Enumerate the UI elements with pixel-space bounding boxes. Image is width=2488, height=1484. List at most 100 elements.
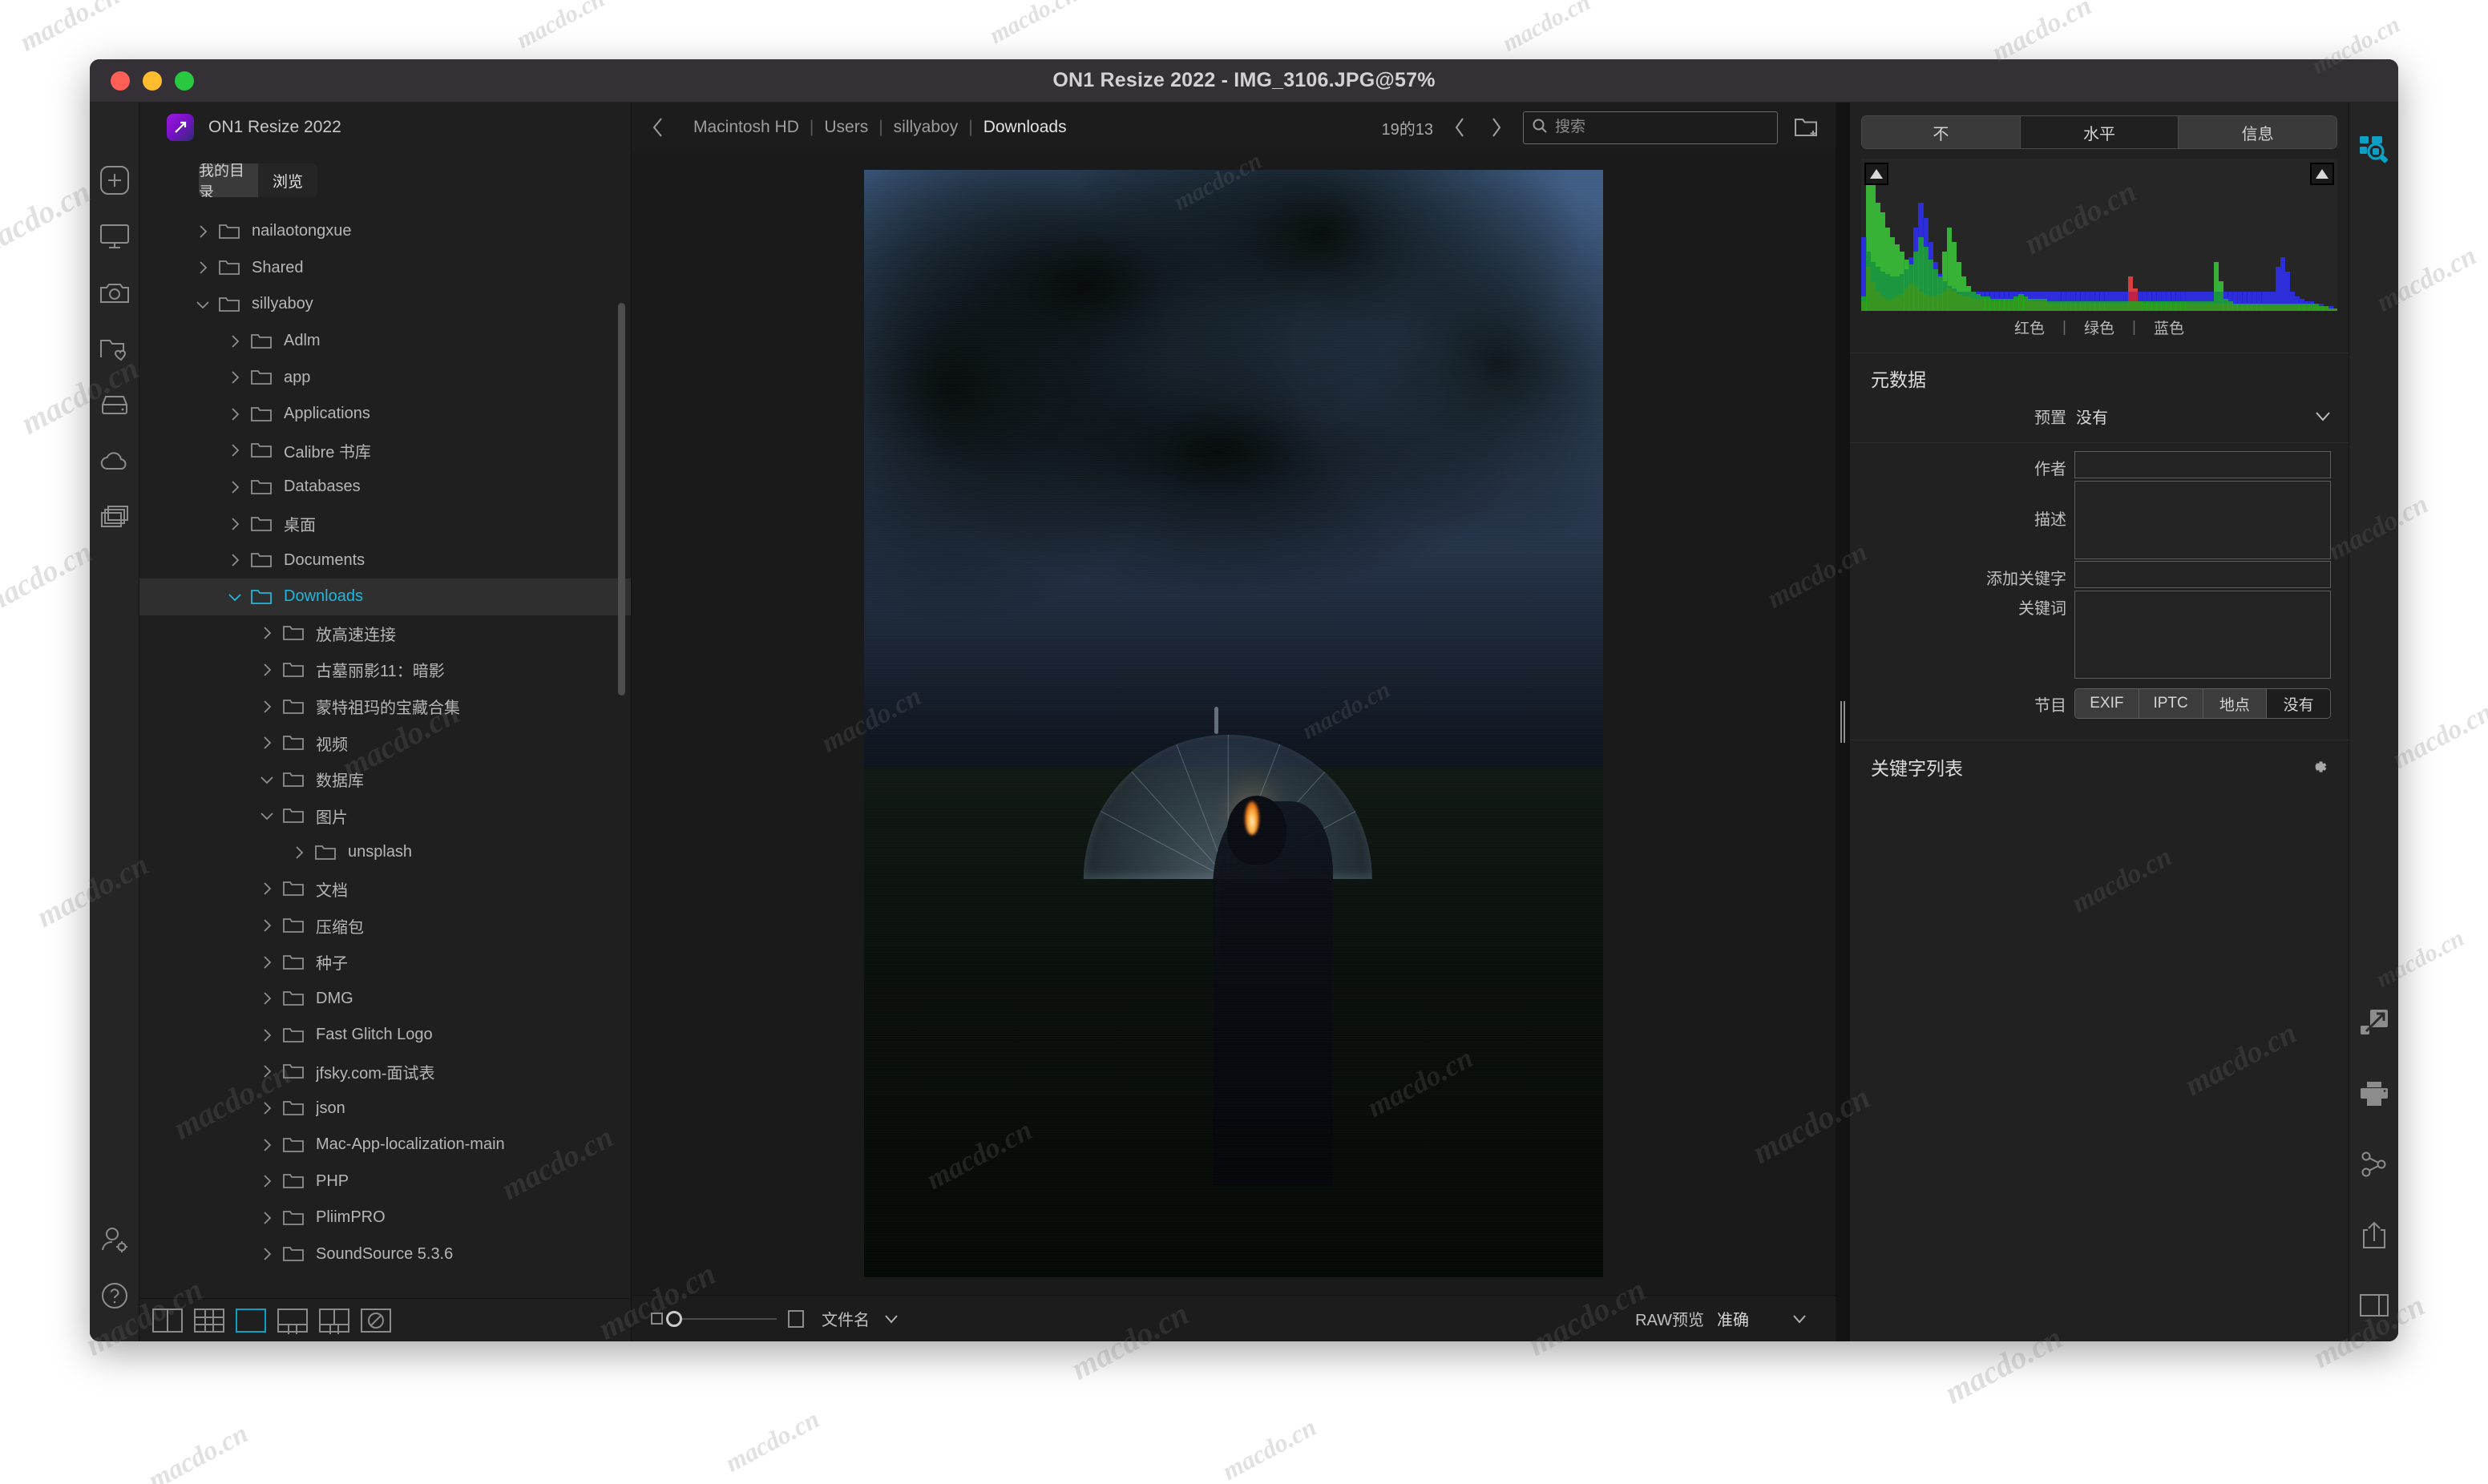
- histogram-chart[interactable]: [1861, 159, 2337, 311]
- chevron-right-icon[interactable]: [256, 1211, 277, 1225]
- chevron-down-icon[interactable]: [224, 591, 245, 603]
- chevron-right-icon[interactable]: [256, 1064, 277, 1079]
- preview-image[interactable]: [864, 170, 1603, 1277]
- tab-histogram-none[interactable]: 不: [1862, 116, 2021, 148]
- tree-item[interactable]: DMG: [139, 980, 631, 1017]
- tree-item[interactable]: 蒙特祖玛的宝藏合集: [139, 688, 631, 725]
- chevron-right-icon[interactable]: [224, 553, 245, 567]
- add-keyword-field[interactable]: [2074, 561, 2331, 588]
- tree-item[interactable]: Downloads: [139, 578, 631, 615]
- search-box[interactable]: [1523, 111, 1778, 144]
- chevron-right-icon[interactable]: [256, 736, 277, 750]
- tree-item[interactable]: Fast Glitch Logo: [139, 1017, 631, 1054]
- tree-item[interactable]: app: [139, 359, 631, 396]
- chevron-right-icon[interactable]: [256, 881, 277, 896]
- tree-item[interactable]: 图片: [139, 798, 631, 835]
- tree-item[interactable]: sillyaboy: [139, 286, 631, 323]
- breadcrumb-item[interactable]: Users: [814, 118, 878, 137]
- display-icon[interactable]: [96, 218, 133, 255]
- camera-icon[interactable]: [96, 274, 133, 311]
- chevron-right-icon[interactable]: [224, 517, 245, 531]
- breadcrumb-item[interactable]: sillyaboy: [883, 118, 969, 137]
- sort-label[interactable]: 文件名: [822, 1307, 870, 1330]
- tree-item[interactable]: Calibre 书库: [139, 433, 631, 470]
- breadcrumb-item[interactable]: Downloads: [973, 118, 1077, 137]
- browse-zoom-icon[interactable]: [2356, 131, 2393, 168]
- chevron-right-icon[interactable]: [192, 260, 213, 275]
- search-input[interactable]: [1555, 119, 1769, 136]
- sidebar-scrollbar[interactable]: [618, 303, 625, 696]
- shadow-clip-icon[interactable]: [1864, 163, 1888, 185]
- tree-item[interactable]: jfsky.com-面试表: [139, 1054, 631, 1091]
- tree-item[interactable]: 桌面: [139, 506, 631, 542]
- chevron-right-icon[interactable]: [256, 1101, 277, 1115]
- folder-tree[interactable]: nailaotongxue Shared sillyaboy Adlm app Appli…: [139, 205, 631, 1298]
- filmstrip-bottom-icon[interactable]: [277, 1308, 308, 1334]
- segment-iptc[interactable]: IPTC: [2139, 689, 2203, 718]
- prev-image-button[interactable]: [1449, 116, 1470, 139]
- chevron-right-icon[interactable]: [256, 1028, 277, 1042]
- chevron-left-icon[interactable]: [649, 115, 667, 139]
- tree-item[interactable]: 种子: [139, 944, 631, 981]
- keywords-field[interactable]: [2074, 591, 2331, 679]
- chevron-right-icon[interactable]: [256, 1138, 277, 1152]
- segment-location[interactable]: 地点: [2203, 689, 2268, 718]
- raw-preview-value[interactable]: 准确: [1717, 1307, 1749, 1330]
- resize-icon[interactable]: [2356, 1005, 2393, 1042]
- tree-item[interactable]: json: [139, 1090, 631, 1127]
- help-icon[interactable]: [96, 1277, 133, 1314]
- chevron-right-icon[interactable]: [256, 1174, 277, 1188]
- chevron-right-icon[interactable]: [256, 955, 277, 970]
- next-image-button[interactable]: [1486, 116, 1507, 139]
- chevron-right-icon[interactable]: [256, 663, 277, 677]
- chevron-right-icon[interactable]: [224, 334, 245, 349]
- export-icon[interactable]: [2356, 1216, 2393, 1253]
- tab-browse[interactable]: 浏览: [258, 163, 317, 197]
- slider-track[interactable]: [666, 1310, 777, 1327]
- gear-icon[interactable]: [2308, 756, 2329, 777]
- share-network-icon[interactable]: [2356, 1146, 2393, 1183]
- new-folder-icon[interactable]: [1794, 117, 1818, 138]
- tree-item[interactable]: 放高速连接: [139, 615, 631, 652]
- thumbnail-size-slider[interactable]: [651, 1309, 804, 1328]
- grid-view-icon[interactable]: [194, 1308, 224, 1333]
- tree-item[interactable]: Mac-App-localization-main: [139, 1127, 631, 1163]
- breadcrumb-item[interactable]: Macintosh HD: [683, 118, 810, 137]
- splitter-grip[interactable]: [1840, 701, 1845, 743]
- segment-exif[interactable]: EXIF: [2075, 689, 2139, 718]
- chevron-down-icon[interactable]: [256, 774, 277, 785]
- chevron-right-icon[interactable]: [224, 370, 245, 385]
- chevron-down-icon[interactable]: [256, 810, 277, 821]
- chevron-right-icon[interactable]: [256, 700, 277, 714]
- description-field[interactable]: [2074, 481, 2331, 559]
- tree-item[interactable]: nailaotongxue: [139, 213, 631, 250]
- tree-item[interactable]: 压缩包: [139, 907, 631, 944]
- tree-item[interactable]: PliimPRO: [139, 1200, 631, 1236]
- plus-icon[interactable]: [96, 162, 133, 199]
- chevron-right-icon[interactable]: [224, 443, 245, 458]
- sort-chevron-down-icon[interactable]: [884, 1314, 899, 1324]
- tree-item[interactable]: SoundSource 5.3.6: [139, 1236, 631, 1273]
- favorites-folder-icon[interactable]: [96, 330, 133, 367]
- cloud-icon[interactable]: [96, 442, 133, 479]
- single-view-icon[interactable]: [236, 1308, 266, 1333]
- highlight-clip-icon[interactable]: [2310, 163, 2334, 185]
- tree-item[interactable]: 数据库: [139, 761, 631, 798]
- segment-none[interactable]: 没有: [2267, 689, 2330, 718]
- chevron-right-icon[interactable]: [256, 1247, 277, 1261]
- metadata-preset-row[interactable]: 预置 没有: [1850, 398, 2349, 443]
- chevron-right-icon[interactable]: [192, 224, 213, 239]
- raw-chevron-down-icon[interactable]: [1792, 1314, 1807, 1324]
- tree-item[interactable]: 文档: [139, 871, 631, 908]
- preset-chevron-down-icon[interactable]: [2315, 411, 2331, 421]
- chevron-right-icon[interactable]: [224, 480, 245, 494]
- author-field[interactable]: [2074, 451, 2331, 478]
- tree-item[interactable]: Shared: [139, 250, 631, 287]
- split-view-icon[interactable]: [152, 1308, 183, 1333]
- tree-item[interactable]: Databases: [139, 469, 631, 506]
- drive-icon[interactable]: [96, 386, 133, 423]
- chevron-right-icon[interactable]: [256, 626, 277, 640]
- tree-item[interactable]: Adlm: [139, 323, 631, 360]
- compare-view-icon[interactable]: [319, 1308, 349, 1334]
- tree-item[interactable]: Applications: [139, 396, 631, 433]
